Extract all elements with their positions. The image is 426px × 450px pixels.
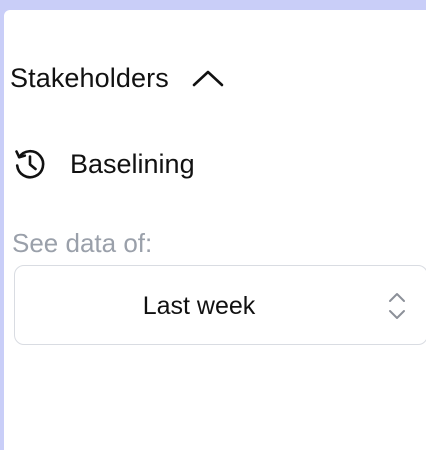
stakeholders-section-title: Stakeholders — [10, 62, 169, 93]
baselining-item[interactable]: Baselining — [12, 142, 195, 186]
stakeholders-section-header[interactable]: Stakeholders — [10, 58, 225, 98]
baselining-label: Baselining — [70, 148, 195, 179]
history-icon — [12, 146, 48, 182]
data-range-select[interactable]: Last week — [14, 265, 426, 345]
see-data-of-label: See data of: — [12, 228, 153, 258]
settings-panel: Stakeholders Baselining See data of: Las… — [4, 10, 426, 450]
data-range-selected-value: Last week — [142, 291, 256, 320]
chevron-up-icon[interactable] — [191, 67, 225, 89]
updown-chevron-icon — [387, 290, 407, 322]
